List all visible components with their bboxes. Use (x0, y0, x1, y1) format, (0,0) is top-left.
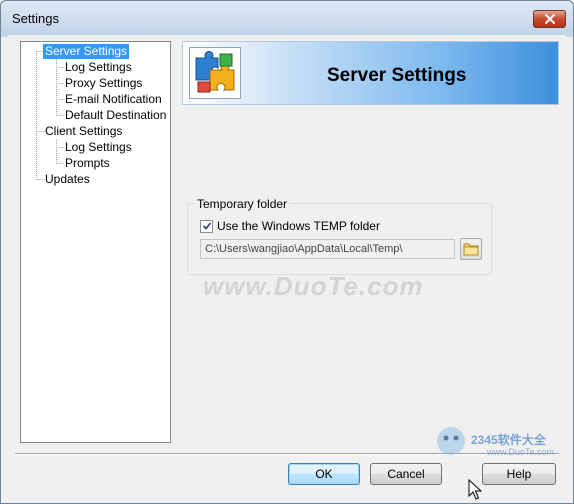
tree-item-client-settings[interactable]: Client Settings (43, 124, 124, 139)
settings-tree[interactable]: Server Settings Log Settings Proxy Setti… (20, 41, 171, 443)
tree-item-server-settings[interactable]: Server Settings (43, 44, 130, 59)
logo-watermark-text: 2345软件大全 (471, 433, 546, 447)
folder-icon (463, 243, 479, 256)
tree-item-email-notification[interactable]: E-mail Notification (63, 92, 164, 107)
use-windows-temp-checkbox[interactable] (200, 219, 213, 233)
site-watermark: www.DuoTe.com (203, 271, 424, 301)
puzzle-icon (195, 50, 235, 93)
mouse-cursor-icon (468, 479, 482, 500)
banner-icon-frame (189, 47, 241, 99)
title-bar[interactable]: Settings (1, 1, 573, 35)
close-icon (544, 14, 555, 24)
temporary-folder-legend: Temporary folder (194, 197, 291, 211)
temp-folder-path-field[interactable]: C:\Users\wangjiao\AppData\Local\Temp\ (200, 239, 455, 259)
logo-watermark-url: www.DuoTe.com (487, 447, 555, 457)
tree-item-prompts[interactable]: Prompts (63, 156, 112, 171)
use-windows-temp-option[interactable]: Use the Windows TEMP folder (200, 219, 380, 233)
settings-window: Settings Server Settings Log Settings Pr… (0, 0, 574, 504)
tree-item-client-log-settings[interactable]: Log Settings (63, 140, 134, 155)
logo-watermark: 2345软件大全 www.DuoTe.com (431, 411, 571, 467)
page-title: Server Settings (327, 65, 467, 86)
ok-button[interactable]: OK (288, 463, 360, 485)
tree-item-proxy-settings[interactable]: Proxy Settings (63, 76, 144, 91)
use-windows-temp-label: Use the Windows TEMP folder (217, 219, 380, 233)
page-header-banner: Server Settings (182, 41, 559, 105)
tree-item-updates[interactable]: Updates (43, 172, 92, 187)
window-title: Settings (12, 11, 59, 26)
browse-folder-button[interactable] (460, 238, 482, 260)
close-button[interactable] (533, 10, 566, 28)
tree-item-server-log-settings[interactable]: Log Settings (63, 60, 134, 75)
checkmark-icon (202, 222, 211, 230)
tree-item-default-destination[interactable]: Default Destination (63, 108, 168, 123)
